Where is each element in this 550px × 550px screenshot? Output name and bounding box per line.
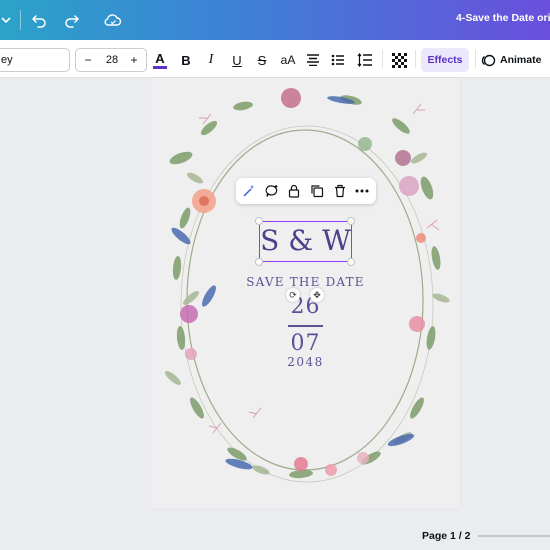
increase-font-size-button[interactable]: + <box>128 53 140 67</box>
page-indicator[interactable]: Page 1 / 2 <box>422 530 470 542</box>
header-divider <box>20 10 21 30</box>
decrease-font-size-button[interactable]: − <box>82 53 94 67</box>
element-context-toolbar <box>236 178 376 204</box>
editor-header: 4-Save the Date ori <box>0 0 550 40</box>
text-color-button[interactable]: A <box>152 49 168 71</box>
document-title[interactable]: 4-Save the Date ori <box>456 12 550 24</box>
resize-handle-top-right[interactable] <box>347 217 355 225</box>
text-toolbar: ey − 28 + A B I U S aA Effects Animate <box>0 40 550 78</box>
duplicate-icon[interactable] <box>308 182 326 200</box>
more-icon[interactable] <box>353 182 371 200</box>
undo-icon[interactable] <box>27 8 51 32</box>
font-size-input[interactable]: 28 <box>98 54 126 66</box>
trash-icon[interactable] <box>331 182 349 200</box>
floral-wreath-graphic[interactable] <box>151 78 460 508</box>
bold-button[interactable]: B <box>178 49 194 71</box>
lock-icon[interactable] <box>285 182 303 200</box>
animate-button[interactable]: Animate <box>481 48 541 72</box>
line-spacing-icon[interactable] <box>356 49 374 71</box>
save-the-date-text[interactable]: SAVE THE DATE <box>211 275 400 289</box>
toolbar-divider <box>475 50 476 68</box>
date-divider-line <box>288 325 323 327</box>
bullet-list-icon[interactable] <box>330 49 346 71</box>
animate-icon <box>481 54 496 66</box>
magic-write-icon[interactable] <box>240 182 258 200</box>
comment-icon[interactable] <box>263 182 281 200</box>
font-size-stepper: − 28 + <box>75 48 147 72</box>
strikethrough-button[interactable]: S <box>254 49 270 71</box>
text-color-letter: A <box>155 50 165 66</box>
move-handle-icon[interactable]: ✥ <box>310 288 324 302</box>
resize-handle-bottom-right[interactable] <box>347 258 355 266</box>
toolbar-divider <box>415 50 416 68</box>
transparency-icon[interactable] <box>390 49 408 71</box>
redo-icon[interactable] <box>60 8 84 32</box>
resize-handle-bottom-left[interactable] <box>255 258 263 266</box>
resize-handle-top-left[interactable] <box>255 217 263 225</box>
toolbar-divider <box>382 50 383 68</box>
date-month-text[interactable]: 07 <box>279 331 332 356</box>
zoom-slider[interactable] <box>478 535 550 537</box>
animate-label: Animate <box>500 54 542 66</box>
italic-button[interactable]: I <box>203 49 219 71</box>
underline-button[interactable]: U <box>229 49 245 71</box>
design-page[interactable]: S & W SAVE THE DATE 26 07 2048 ⟳ ✥ <box>151 78 460 508</box>
cloud-sync-icon[interactable] <box>101 8 125 32</box>
text-color-swatch <box>153 65 167 69</box>
font-family-dropdown[interactable]: ey <box>0 48 70 72</box>
chevron-down-icon[interactable] <box>0 8 18 32</box>
effects-button[interactable]: Effects <box>421 48 469 72</box>
letter-case-button[interactable]: aA <box>278 49 298 71</box>
date-year-text[interactable]: 2048 <box>269 355 342 369</box>
couple-initials-text[interactable]: S & W <box>259 223 352 259</box>
rotate-handle-icon[interactable]: ⟳ <box>286 288 300 302</box>
align-center-icon[interactable] <box>305 49 321 71</box>
